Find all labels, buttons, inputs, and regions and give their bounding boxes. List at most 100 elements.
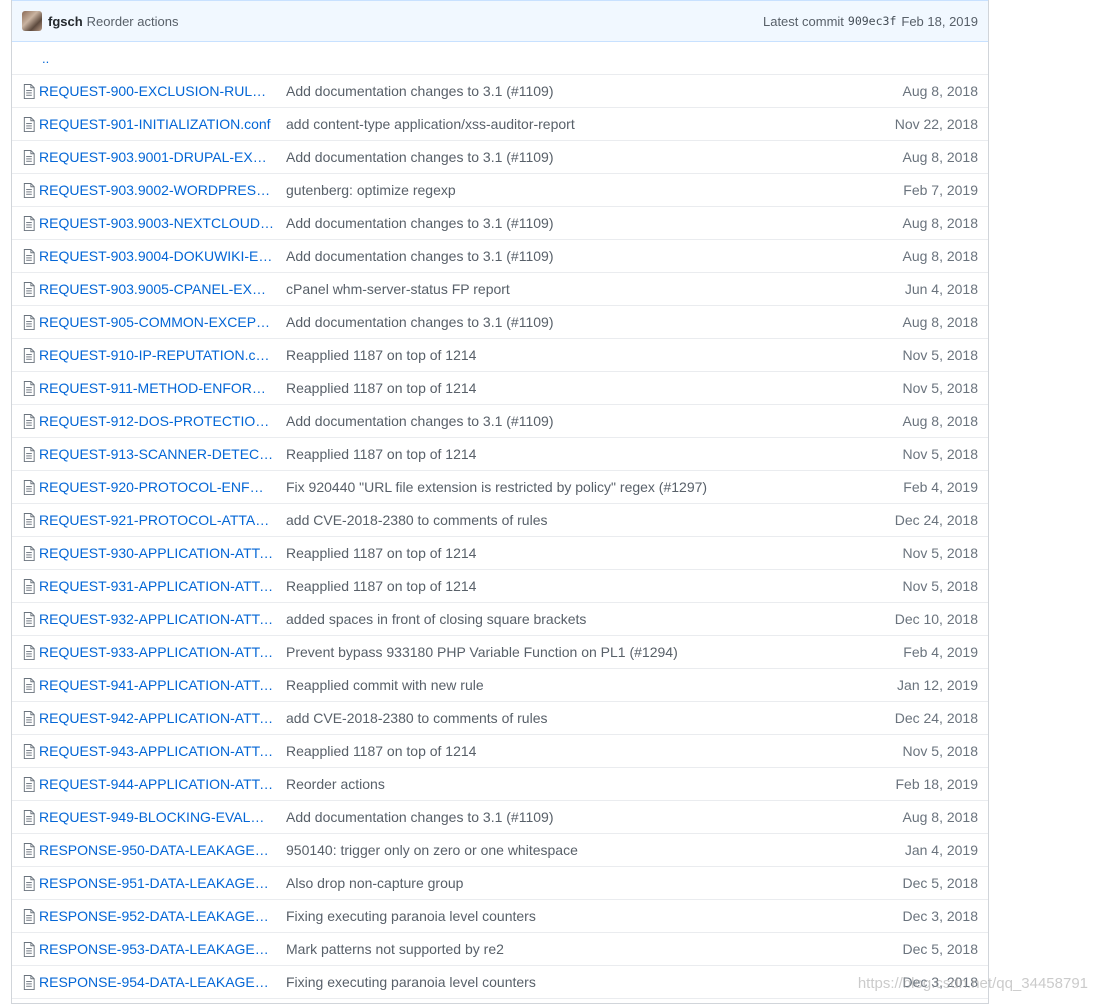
file-row[interactable]: REQUEST-903.9005-CPANEL-EXCLU… cPanel whm…: [12, 273, 988, 306]
file-icon: [12, 248, 39, 264]
file-row[interactable]: REQUEST-941-APPLICATION-ATTAC… Reapplied …: [12, 669, 988, 702]
commit-message-link[interactable]: Add documentation changes to 3.1 (#1109): [286, 809, 858, 825]
commit-message-link[interactable]: Reapplied 1187 on top of 1214: [286, 578, 858, 594]
file-row[interactable]: REQUEST-912-DOS-PROTECTION.co… Add docume…: [12, 405, 988, 438]
file-name-link[interactable]: RESPONSE-952-DATA-LEAKAGES-JA…: [39, 908, 286, 924]
file-row[interactable]: REQUEST-905-COMMON-EXCEPTIO… Add document…: [12, 306, 988, 339]
file-name-link[interactable]: REQUEST-905-COMMON-EXCEPTIO…: [39, 314, 286, 330]
commit-message-link[interactable]: Also drop non-capture group: [286, 875, 858, 891]
file-name-link[interactable]: REQUEST-949-BLOCKING-EVALUATI…: [39, 809, 286, 825]
file-row[interactable]: REQUEST-911-METHOD-ENFORCEM… Reapplied 11…: [12, 372, 988, 405]
file-name-link[interactable]: REQUEST-942-APPLICATION-ATTAC…: [39, 710, 286, 726]
file-row[interactable]: RESPONSE-953-DATA-LEAKAGES-PH… Mark patte…: [12, 933, 988, 966]
file-name-link[interactable]: RESPONSE-950-DATA-LEAKAGES.conf: [39, 842, 286, 858]
file-row[interactable]: REQUEST-949-BLOCKING-EVALUATI… Add docume…: [12, 801, 988, 834]
file-name-link[interactable]: REQUEST-903.9003-NEXTCLOUD-EX…: [39, 215, 286, 231]
commit-age: Feb 4, 2019: [903, 479, 978, 495]
file-row[interactable]: REQUEST-921-PROTOCOL-ATTACK.c… add CVE-20…: [12, 504, 988, 537]
commit-message-link[interactable]: Add documentation changes to 3.1 (#1109): [286, 248, 858, 264]
file-name-link[interactable]: REQUEST-921-PROTOCOL-ATTACK.c…: [39, 512, 286, 528]
file-row[interactable]: REQUEST-920-PROTOCOL-ENFORC… Fix 920440 "…: [12, 471, 988, 504]
file-name-link[interactable]: REQUEST-933-APPLICATION-ATTAC…: [39, 644, 286, 660]
commit-author[interactable]: fgsch: [48, 14, 83, 29]
commit-message-link[interactable]: Add documentation changes to 3.1 (#1109): [286, 149, 858, 165]
file-icon: [12, 710, 39, 726]
file-icon: [12, 215, 39, 231]
parent-directory-row[interactable]: ..: [12, 42, 988, 75]
commit-message-link[interactable]: Reorder actions: [286, 776, 858, 792]
file-name-link[interactable]: REQUEST-900-EXCLUSION-RULES-B…: [39, 83, 286, 99]
commit-message[interactable]: Reorder actions: [87, 14, 179, 29]
file-row[interactable]: REQUEST-903.9004-DOKUWIKI-EXC… Add docume…: [12, 240, 988, 273]
commit-age: Dec 10, 2018: [894, 611, 978, 627]
file-name-link[interactable]: REQUEST-912-DOS-PROTECTION.co…: [39, 413, 286, 429]
file-name-link[interactable]: REQUEST-901-INITIALIZATION.conf: [39, 116, 286, 132]
file-row[interactable]: RESPONSE-950-DATA-LEAKAGES.conf 950140: t…: [12, 834, 988, 867]
file-row[interactable]: REQUEST-901-INITIALIZATION.conf add conte…: [12, 108, 988, 141]
commit-message-link[interactable]: Reapplied 1187 on top of 1214: [286, 380, 858, 396]
file-name-link[interactable]: REQUEST-920-PROTOCOL-ENFORC…: [39, 479, 286, 495]
file-name-link[interactable]: REQUEST-944-APPLICATION-ATTAC…: [39, 776, 286, 792]
file-row[interactable]: REQUEST-913-SCANNER-DETECTIO… Reapplied 1…: [12, 438, 988, 471]
file-name-link[interactable]: REQUEST-903.9004-DOKUWIKI-EXC…: [39, 248, 286, 264]
commit-message-link[interactable]: Reapplied 1187 on top of 1214: [286, 545, 858, 561]
commit-message-link[interactable]: Mark patterns not supported by re2: [286, 941, 858, 957]
file-name-link[interactable]: RESPONSE-951-DATA-LEAKAGES-SQ…: [39, 875, 286, 891]
file-name-link[interactable]: REQUEST-931-APPLICATION-ATTAC…: [39, 578, 286, 594]
commit-message-link[interactable]: Reapplied 1187 on top of 1214: [286, 446, 858, 462]
commit-message-link[interactable]: Add documentation changes to 3.1 (#1109): [286, 83, 858, 99]
commit-age: Jan 4, 2019: [904, 842, 978, 858]
file-row[interactable]: REQUEST-944-APPLICATION-ATTAC… Reorder ac…: [12, 768, 988, 801]
file-name-link[interactable]: REQUEST-910-IP-REPUTATION.conf: [39, 347, 286, 363]
file-name-link[interactable]: REQUEST-903.9001-DRUPAL-EXCLU…: [39, 149, 286, 165]
file-row[interactable]: REQUEST-900-EXCLUSION-RULES-B… Add docume…: [12, 75, 988, 108]
commit-message-link[interactable]: Fixing executing paranoia level counters: [286, 974, 858, 990]
file-row[interactable]: REQUEST-903.9002-WORDPRESS-EX… gutenberg:…: [12, 174, 988, 207]
file-row[interactable]: REQUEST-931-APPLICATION-ATTAC… Reapplied …: [12, 570, 988, 603]
file-row[interactable]: RESPONSE-952-DATA-LEAKAGES-JA… Fixing exe…: [12, 900, 988, 933]
file-row[interactable]: RESPONSE-954-DATA-LEAKAGES-IIS… Fixing ex…: [12, 966, 988, 999]
file-name-link[interactable]: REQUEST-911-METHOD-ENFORCEM…: [39, 380, 286, 396]
file-row[interactable]: REQUEST-910-IP-REPUTATION.conf Reapplied …: [12, 339, 988, 372]
commit-message-link[interactable]: add CVE-2018-2380 to comments of rules: [286, 710, 858, 726]
file-icon: [12, 974, 39, 990]
file-name-link[interactable]: REQUEST-930-APPLICATION-ATTAC…: [39, 545, 286, 561]
commit-message-link[interactable]: Reapplied 1187 on top of 1214: [286, 347, 858, 363]
parent-directory-link[interactable]: ..: [42, 51, 49, 66]
file-name-link[interactable]: RESPONSE-953-DATA-LEAKAGES-PH…: [39, 941, 286, 957]
file-row[interactable]: REQUEST-942-APPLICATION-ATTAC… add CVE-20…: [12, 702, 988, 735]
file-name-link[interactable]: REQUEST-903.9005-CPANEL-EXCLU…: [39, 281, 286, 297]
file-row[interactable]: REQUEST-903.9001-DRUPAL-EXCLU… Add docume…: [12, 141, 988, 174]
commit-message-link[interactable]: Fixing executing paranoia level counters: [286, 908, 858, 924]
file-name-link[interactable]: RESPONSE-954-DATA-LEAKAGES-IIS…: [39, 974, 286, 990]
commit-message-link[interactable]: gutenberg: optimize regexp: [286, 182, 858, 198]
commit-message-link[interactable]: Reapplied 1187 on top of 1214: [286, 743, 858, 759]
commit-message-link[interactable]: Reapplied commit with new rule: [286, 677, 858, 693]
file-row[interactable]: REQUEST-932-APPLICATION-ATTAC… added spac…: [12, 603, 988, 636]
file-row[interactable]: REQUEST-903.9003-NEXTCLOUD-EX… Add docume…: [12, 207, 988, 240]
file-row[interactable]: RESPONSE-951-DATA-LEAKAGES-SQ… Also drop …: [12, 867, 988, 900]
file-row[interactable]: REQUEST-930-APPLICATION-ATTAC… Reapplied …: [12, 537, 988, 570]
file-name-link[interactable]: REQUEST-932-APPLICATION-ATTAC…: [39, 611, 286, 627]
file-name-link[interactable]: REQUEST-903.9002-WORDPRESS-EX…: [39, 182, 286, 198]
file-name-link[interactable]: REQUEST-913-SCANNER-DETECTIO…: [39, 446, 286, 462]
commit-message-link[interactable]: Fix 920440 "URL file extension is restri…: [286, 479, 858, 495]
commit-message-link[interactable]: add content-type application/xss-auditor…: [286, 116, 858, 132]
commit-message-link[interactable]: cPanel whm-server-status FP report: [286, 281, 858, 297]
file-name-link[interactable]: REQUEST-943-APPLICATION-ATTAC…: [39, 743, 286, 759]
commit-message-link[interactable]: added spaces in front of closing square …: [286, 611, 858, 627]
file-row[interactable]: REQUEST-933-APPLICATION-ATTAC… Prevent by…: [12, 636, 988, 669]
commit-message-link[interactable]: Add documentation changes to 3.1 (#1109): [286, 314, 858, 330]
file-name-link[interactable]: REQUEST-941-APPLICATION-ATTAC…: [39, 677, 286, 693]
file-icon: [12, 314, 39, 330]
file-row[interactable]: REQUEST-943-APPLICATION-ATTAC… Reapplied …: [12, 735, 988, 768]
commit-message-link[interactable]: Prevent bypass 933180 PHP Variable Funct…: [286, 644, 858, 660]
commit-message-link[interactable]: add CVE-2018-2380 to comments of rules: [286, 512, 858, 528]
commit-sha[interactable]: 909ec3f: [848, 14, 896, 28]
commit-message-link[interactable]: 950140: trigger only on zero or one whit…: [286, 842, 858, 858]
author-avatar[interactable]: [22, 11, 42, 31]
commit-tease: fgsch Reorder actions Latest commit 909e…: [12, 0, 988, 42]
commit-message-link[interactable]: Add documentation changes to 3.1 (#1109): [286, 215, 858, 231]
commit-message-link[interactable]: Add documentation changes to 3.1 (#1109): [286, 413, 858, 429]
file-icon: [12, 413, 39, 429]
